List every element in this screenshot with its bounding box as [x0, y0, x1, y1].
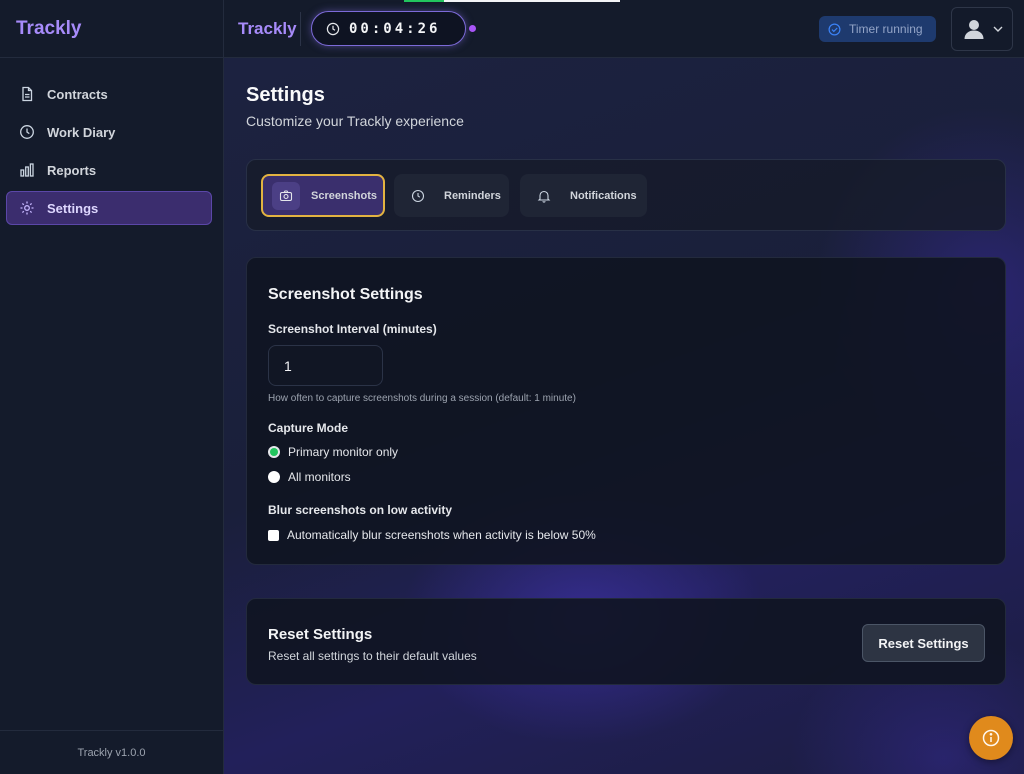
interval-input[interactable] [268, 345, 383, 386]
bell-icon [537, 189, 551, 203]
sidebar-nav: Contracts Work Diary Reports Settings [0, 58, 223, 225]
tab-reminders[interactable]: Reminders [394, 174, 509, 217]
sidebar: Trackly Contracts Work Diary Reports Set… [0, 0, 224, 774]
info-button[interactable] [969, 716, 1013, 760]
document-icon [19, 86, 35, 102]
app-version: Trackly v1.0.0 [0, 730, 223, 774]
tab-label: Reminders [444, 189, 501, 202]
radio-primary-monitor[interactable]: Primary monitor only [268, 445, 398, 459]
clock-icon [19, 124, 35, 140]
bar-chart-icon [19, 162, 35, 178]
blur-label: Blur screenshots on low activity [268, 503, 453, 517]
sidebar-item-reports[interactable]: Reports [6, 153, 212, 187]
settings-tabs: Screenshots Reminders Notifications [246, 159, 1006, 231]
sidebar-item-settings[interactable]: Settings [6, 191, 212, 225]
radio-label: Primary monitor only [288, 445, 399, 459]
tab-notifications[interactable]: Notifications [520, 174, 647, 217]
clock-icon [326, 22, 340, 36]
gear-icon [19, 200, 35, 216]
user-menu-button[interactable] [951, 7, 1013, 51]
sidebar-item-label: Settings [47, 200, 99, 216]
sidebar-item-label: Contracts [47, 86, 108, 102]
checkbox-label: Automatically blur screenshots when acti… [287, 528, 596, 542]
sidebar-item-work-diary[interactable]: Work Diary [6, 115, 212, 149]
clock-icon [411, 189, 425, 203]
reset-settings-card: Reset Settings Reset all settings to the… [246, 598, 1006, 685]
top-bar: Trackly 00:04:26 Timer running [224, 0, 1024, 58]
radio-button-checked[interactable] [268, 446, 280, 458]
timer-value: 00:04:26 [349, 20, 441, 37]
card-title: Screenshot Settings [268, 286, 423, 303]
main-content: Settings Customize your Trackly experien… [224, 58, 1024, 774]
blur-checkbox[interactable] [268, 529, 279, 541]
check-circle-icon [828, 22, 841, 36]
interval-label: Screenshot Interval (minutes) [268, 322, 437, 336]
status-badge: Timer running [819, 16, 936, 42]
sidebar-item-label: Reports [47, 162, 97, 178]
camera-icon [272, 181, 300, 210]
timer-display[interactable]: 00:04:26 [311, 11, 466, 46]
interval-help-text: How often to capture screenshots during … [268, 393, 576, 404]
progress-indicator [404, 0, 444, 2]
chevron-down-icon [992, 23, 1004, 35]
status-text: Timer running [849, 22, 923, 36]
radio-button[interactable] [268, 471, 280, 483]
top-brand: Trackly [238, 19, 297, 38]
radio-all-monitors[interactable]: All monitors [268, 470, 351, 484]
reset-subtitle: Reset all settings to their default valu… [268, 649, 477, 663]
app-logo[interactable]: Trackly [0, 0, 223, 58]
recording-dot [469, 25, 476, 32]
tab-label: Notifications [570, 189, 637, 202]
sidebar-item-contracts[interactable]: Contracts [6, 77, 212, 111]
sidebar-item-label: Work Diary [47, 124, 116, 140]
radio-label: All monitors [288, 470, 351, 484]
page-title: Settings [246, 84, 325, 106]
screenshot-settings-card: Screenshot Settings Screenshot Interval … [246, 257, 1006, 565]
tab-screenshots[interactable]: Screenshots [261, 174, 385, 217]
divider [300, 12, 301, 46]
page-subtitle: Customize your Trackly experience [246, 113, 464, 129]
capture-mode-label: Capture Mode [268, 421, 349, 435]
reset-settings-button[interactable]: Reset Settings [862, 624, 985, 662]
blur-checkbox-row[interactable]: Automatically blur screenshots when acti… [268, 528, 596, 542]
user-avatar-icon [962, 17, 986, 41]
info-icon [982, 729, 1000, 747]
tab-label: Screenshots [311, 189, 378, 202]
reset-title: Reset Settings [268, 626, 373, 643]
progress-track [444, 0, 620, 2]
